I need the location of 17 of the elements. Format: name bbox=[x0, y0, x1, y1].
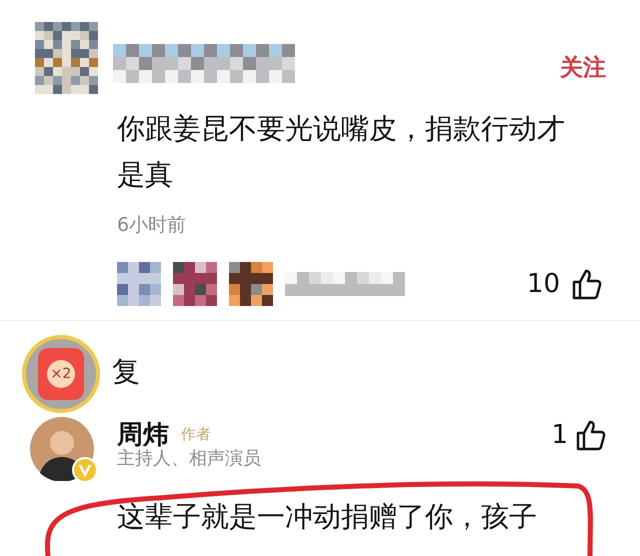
author-title: 主持人、相声演员 bbox=[117, 447, 262, 470]
author-tag: 作者 bbox=[181, 425, 211, 444]
liker-avatar bbox=[173, 262, 217, 306]
liker-avatar bbox=[229, 262, 273, 306]
follow-button[interactable]: 关注 bbox=[560, 52, 606, 83]
reply-text: 这辈子就是一冲动捐赠了你，孩子 bbox=[117, 499, 538, 535]
thumbs-up-icon[interactable] bbox=[572, 268, 602, 300]
replies-heading: 复 bbox=[112, 354, 140, 390]
comment-time: 6小时前 bbox=[117, 213, 188, 238]
liker-avatar bbox=[117, 262, 161, 306]
like-count: 10 bbox=[526, 269, 560, 299]
thumbs-up-icon[interactable] bbox=[576, 418, 606, 450]
like-count: 1 bbox=[551, 420, 568, 450]
blurred-avatar bbox=[35, 22, 98, 94]
comment-text: 你跟姜昆不要光说嘴皮，捐款行动才是真 bbox=[117, 111, 566, 193]
gift-badge[interactable]: ×2 bbox=[22, 335, 100, 413]
author-name: 周炜 bbox=[117, 419, 169, 450]
